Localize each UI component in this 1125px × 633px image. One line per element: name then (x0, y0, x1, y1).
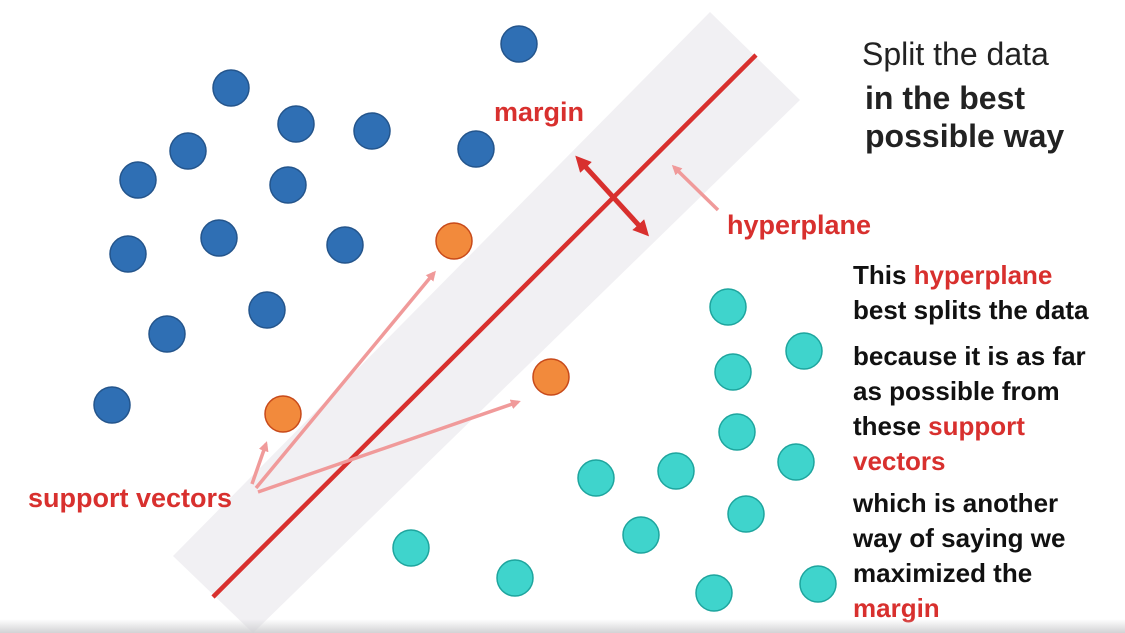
teal-point (799, 565, 837, 603)
bottom-shadow (0, 619, 1125, 633)
explanation-line: maximized the (853, 558, 1033, 588)
explanation-text: This (853, 260, 914, 290)
blue-point (500, 25, 538, 63)
explanation-line: This hyperplane (853, 258, 1089, 293)
blue-point (119, 161, 157, 199)
explanation-paragraph-3: which is another way of saying we maximi… (853, 486, 1065, 626)
support-vector-point (264, 395, 302, 433)
teal-point (577, 459, 615, 497)
teal-point (777, 443, 815, 481)
explanation-line: which is another (853, 488, 1059, 518)
blue-point (277, 105, 315, 143)
slide-title: Split the data (862, 36, 1049, 72)
explanation-text: these (853, 411, 929, 441)
explanation-line: because it is as far (853, 341, 1086, 371)
support-vector-point (532, 358, 570, 396)
hyperplane-label: hyperplane (727, 210, 872, 240)
blue-point (457, 130, 495, 168)
teal-point (718, 413, 756, 451)
margin-label: margin (494, 97, 585, 127)
explanation-line: these support (853, 409, 1086, 444)
teal-point (785, 332, 823, 370)
slide: Split the data in the best possible way … (0, 0, 1125, 633)
blue-point (109, 235, 147, 273)
blue-point (248, 291, 286, 329)
teal-point (657, 452, 695, 490)
teal-point (727, 495, 765, 533)
support-vector-point (435, 222, 473, 260)
explanation-line: best splits the data (853, 295, 1089, 325)
slide-subtitle: in the best possible way (865, 80, 1064, 156)
teal-point (695, 574, 733, 612)
teal-point (709, 288, 747, 326)
blue-point (269, 166, 307, 204)
explanation-line: vectors (853, 446, 946, 476)
blue-point (326, 226, 364, 264)
teal-point (622, 516, 660, 554)
explanation-line: way of saying we (853, 523, 1066, 553)
explanation-paragraph-2: because it is as far as possible from th… (853, 339, 1086, 479)
explanation-highlight: support (928, 411, 1025, 441)
blue-point (353, 112, 391, 150)
subtitle-line-2: possible way (865, 117, 1065, 154)
blue-point (200, 219, 238, 257)
blue-point (169, 132, 207, 170)
teal-point (496, 559, 534, 597)
teal-point (392, 529, 430, 567)
explanation-highlight: hyperplane (913, 260, 1053, 290)
blue-point (148, 315, 186, 353)
explanation-line: as possible from (853, 376, 1060, 406)
support-vectors-label: support vectors (28, 483, 233, 513)
blue-point (212, 69, 250, 107)
blue-point (93, 386, 131, 424)
subtitle-line-1: in the best (865, 80, 1026, 116)
explanation-paragraph-1: This hyperplane best splits the data (853, 258, 1089, 328)
teal-point (714, 353, 752, 391)
